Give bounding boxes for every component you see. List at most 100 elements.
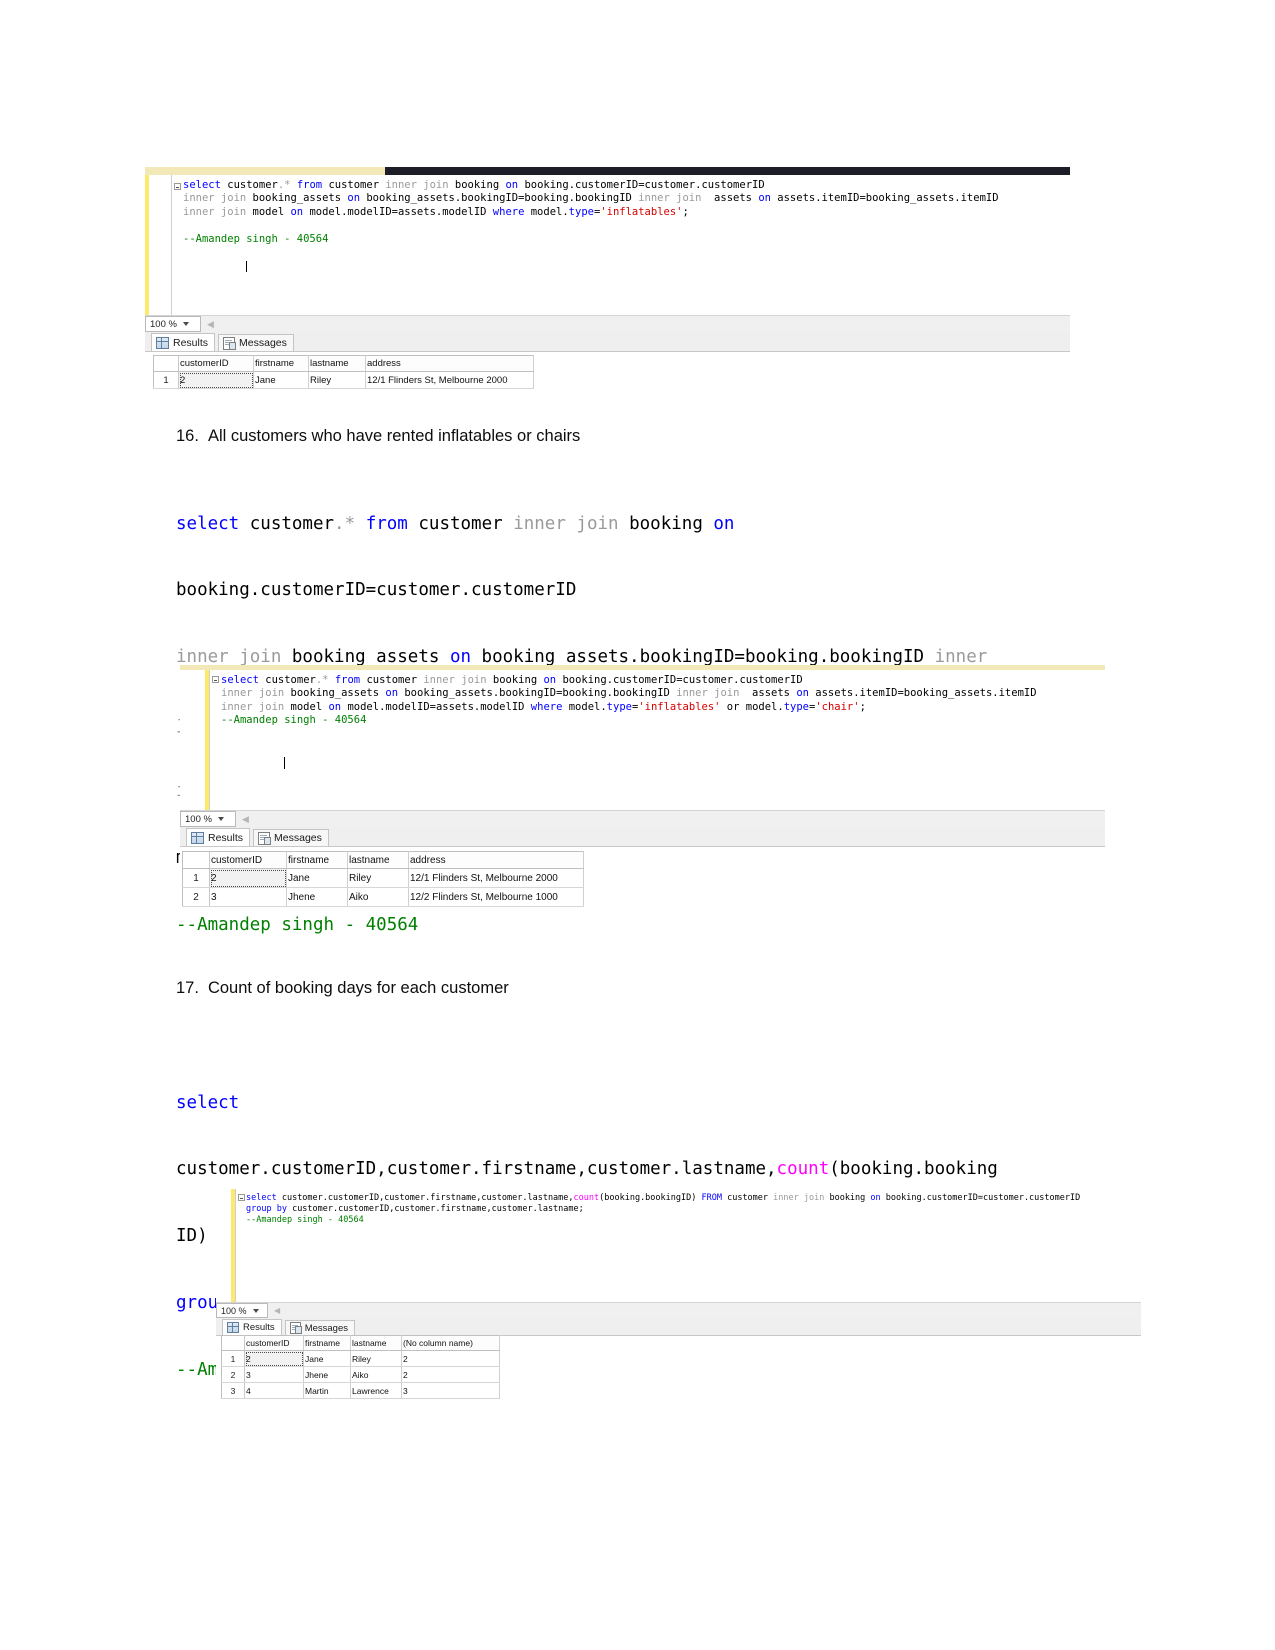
grid-cell[interactable]: Jhene <box>303 1366 351 1383</box>
editor-line: --Amandep singh - 40564 <box>183 233 1070 246</box>
sql-editor-1[interactable]: select customer.* from customer inner jo… <box>145 175 1070 315</box>
tab-results-2[interactable]: Results <box>186 828 251 846</box>
code-token: customer <box>721 1193 774 1203</box>
grid-icon <box>156 336 169 349</box>
code-token: booking <box>824 1193 871 1203</box>
code-line: select customer.* from customer inner jo… <box>176 513 1076 535</box>
grid-cell[interactable]: 3 <box>401 1382 500 1399</box>
code-token: inner join <box>221 687 285 700</box>
grid-header-row: customerID firstname lastname (No column… <box>221 1335 500 1351</box>
table-row[interactable]: 1 2 Jane Riley 12/1 Flinders St, Melbour… <box>153 371 534 389</box>
grid-cell[interactable]: Lawrence <box>350 1382 402 1399</box>
zoom-level-dropdown-3[interactable]: 100 % <box>216 1303 268 1318</box>
table-row[interactable]: 3 4 Martin Lawrence 3 <box>221 1382 500 1399</box>
grid-cell[interactable]: Riley <box>308 371 366 389</box>
code-token: on <box>505 179 519 191</box>
editor-line: inner join booking_assets on booking_ass… <box>183 192 1070 205</box>
code-token: booking_assets <box>246 192 348 205</box>
grid-col-customerid[interactable]: customerID <box>244 1335 304 1351</box>
grid-cell[interactable]: Riley <box>350 1350 402 1367</box>
table-row[interactable]: 1 2 Jane Riley 12/1 Flinders St, Melbour… <box>182 868 584 888</box>
code-token: booking_assets <box>284 687 386 700</box>
grid-cell[interactable]: Martin <box>303 1382 351 1399</box>
message-icon <box>258 831 272 845</box>
grid-col-customerid[interactable]: customerID <box>178 355 254 372</box>
table-row[interactable]: 2 3 Jhene Aiko 12/2 Flinders St, Melbour… <box>182 887 584 907</box>
code-token: on <box>543 674 557 686</box>
hscroll-left-icon[interactable]: ◀ <box>274 1306 280 1315</box>
code-token: where <box>530 700 563 713</box>
editor-code-1: select customer.* from customer inner jo… <box>145 175 1070 287</box>
tab-messages-3[interactable]: Messages <box>284 1320 355 1335</box>
zoom-level-dropdown-1[interactable]: 100 % <box>145 316 201 332</box>
code-token: booking_assets.bookingID=booking.booking… <box>398 687 677 700</box>
grid-col-firstname[interactable]: firstname <box>303 1335 351 1351</box>
grid-col-customerid[interactable]: customerID <box>209 851 287 869</box>
grid-cell[interactable]: Aiko <box>350 1366 402 1383</box>
tab-results-1[interactable]: Results <box>151 333 216 351</box>
grid-cell[interactable]: 2 <box>401 1350 500 1367</box>
grid-col-firstname[interactable]: firstname <box>253 355 309 372</box>
code-token: group by <box>246 1203 287 1214</box>
ssms-screenshot-3: select customer.customerID,customer.firs… <box>216 1185 1141 1410</box>
code-token: assets <box>701 192 759 205</box>
grid-col-lastname[interactable]: lastname <box>350 1335 402 1351</box>
grid-col-firstname[interactable]: firstname <box>286 851 348 869</box>
sql-editor-2[interactable]: select customer.* from customer inner jo… <box>180 670 1105 810</box>
grid-cell[interactable]: Jhene <box>286 887 348 907</box>
grid-cell[interactable]: 2 <box>401 1366 500 1383</box>
results-grid-1[interactable]: customerID firstname lastname address 1 … <box>153 355 534 389</box>
grid-cell[interactable]: Jane <box>253 371 309 389</box>
grid-col-address[interactable]: address <box>365 355 534 372</box>
section-number: 16. <box>176 427 199 445</box>
grid-cell[interactable]: 12/2 Flinders St, Melbourne 1000 <box>408 887 584 907</box>
grid-cell[interactable]: Riley <box>347 868 409 888</box>
table-row[interactable]: 2 3 Jhene Aiko 2 <box>221 1366 500 1383</box>
code-token: select <box>183 179 221 191</box>
tab-messages-1[interactable]: Messages <box>218 334 294 351</box>
grid-col-nocolumnname[interactable]: (No column name) <box>401 1335 500 1351</box>
code-token: --Amandep singh - 40564 <box>183 233 329 246</box>
table-row[interactable]: 1 2 Jane Riley 2 <box>221 1350 500 1367</box>
code-token: ; <box>859 700 866 713</box>
grid-corner-cell <box>153 355 179 372</box>
grid-cell[interactable]: Aiko <box>347 887 409 907</box>
grid-col-lastname[interactable]: lastname <box>347 851 409 869</box>
grid-cell[interactable]: 4 <box>244 1382 304 1399</box>
grid-col-address[interactable]: address <box>408 851 584 869</box>
grid-cell[interactable]: 3 <box>244 1366 304 1383</box>
editor-line: select customer.* from customer inner jo… <box>221 674 1105 687</box>
code-token: type <box>783 700 809 713</box>
code-token: on <box>290 205 304 218</box>
tab-results-3[interactable]: Results <box>222 1319 282 1335</box>
grid-cell[interactable]: Jane <box>303 1350 351 1367</box>
code-token: count <box>573 1193 600 1203</box>
grid-row-number: 2 <box>182 887 210 907</box>
grid-cell[interactable]: 12/1 Flinders St, Melbourne 2000 <box>365 371 534 389</box>
hscroll-left-icon[interactable]: ◀ <box>242 814 249 825</box>
results-grid-2[interactable]: customerID firstname lastname address 1 … <box>182 851 584 907</box>
results-grid-3[interactable]: customerID firstname lastname (No column… <box>221 1335 500 1399</box>
tab-messages-2[interactable]: Messages <box>253 829 329 846</box>
grid-cell[interactable]: Jane <box>286 868 348 888</box>
message-icon <box>223 336 237 350</box>
code-token: model. <box>524 205 569 218</box>
grid-col-lastname[interactable]: lastname <box>308 355 366 372</box>
code-token: select <box>176 1092 240 1113</box>
code-token: customer <box>258 674 316 686</box>
zoom-level-dropdown-2[interactable]: 100 % <box>180 811 236 827</box>
code-token: inner join <box>385 179 449 191</box>
code-token: type <box>606 700 632 713</box>
editor-line: inner join model on model.modelID=assets… <box>221 701 1105 714</box>
grid-cell[interactable]: 12/1 Flinders St, Melbourne 2000 <box>408 868 584 888</box>
hscroll-left-icon[interactable]: ◀ <box>207 319 214 330</box>
code-token: .* <box>277 179 291 191</box>
grid-cell[interactable]: 3 <box>209 887 287 907</box>
editor-line: select customer.* from customer inner jo… <box>183 179 1070 192</box>
sql-editor-3[interactable]: select customer.customerID,customer.firs… <box>216 1189 1141 1302</box>
grid-cell[interactable]: 2 <box>244 1350 304 1367</box>
code-token: --Amandep singh - 40564 <box>221 714 367 727</box>
grid-cell[interactable]: 2 <box>178 371 254 389</box>
grid-cell[interactable]: 2 <box>209 868 287 888</box>
